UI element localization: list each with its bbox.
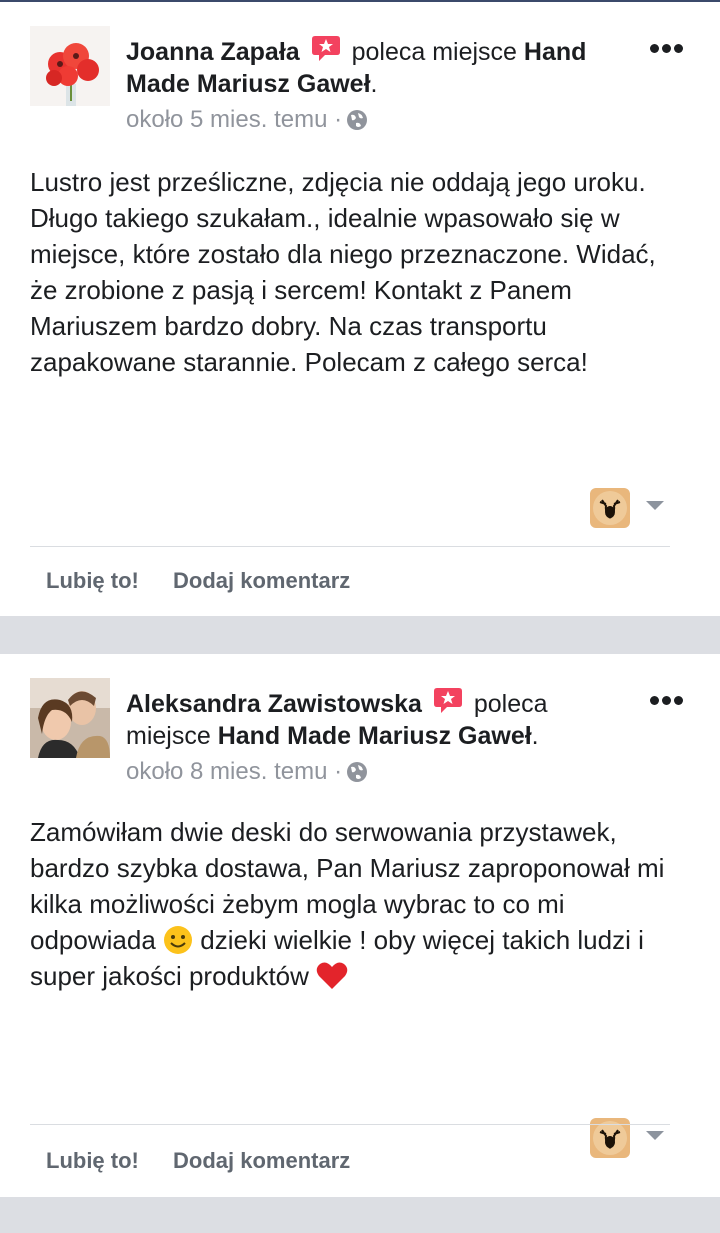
post-meta: Joanna Zapała poleca miejsce Hand Made M… <box>126 34 596 136</box>
review-text: Lustro jest prześliczne, zdjęcia nie odd… <box>30 167 656 377</box>
avatar-aleksandra[interactable] <box>30 678 110 758</box>
avatar-joanna[interactable] <box>30 26 110 106</box>
recommend-badge-icon <box>311 34 341 62</box>
author-name[interactable]: Joanna Zapała <box>126 38 300 66</box>
like-button[interactable]: Lubię to! <box>46 1148 139 1173</box>
period: . <box>370 70 378 98</box>
period: . <box>531 722 539 750</box>
more-options-icon[interactable] <box>650 44 684 54</box>
review-post-2: Aleksandra Zawistowska poleca miejsce Ha… <box>0 654 720 1197</box>
comment-button[interactable]: Dodaj komentarz <box>173 568 350 593</box>
more-options-icon[interactable] <box>650 696 684 706</box>
review-post-1: Joanna Zapała poleca miejsce Hand Made M… <box>0 2 720 616</box>
divider <box>30 1124 670 1125</box>
post-actions: Lubię to! Dodaj komentarz <box>46 568 378 594</box>
time-label: około 8 mies. temu · <box>126 758 343 785</box>
dropdown-caret-icon[interactable] <box>646 1131 664 1140</box>
comment-button[interactable]: Dodaj komentarz <box>173 1148 350 1173</box>
red-heart-emoji <box>316 961 348 991</box>
time-label: około 5 mies. temu · <box>126 106 343 133</box>
post-meta: Aleksandra Zawistowska poleca miejsce Ha… <box>126 686 596 788</box>
review-text: Zamówiłam dwie deski do serwowania przys… <box>30 814 680 994</box>
globe-icon <box>346 108 368 130</box>
post-actions: Lubię to! Dodaj komentarz <box>46 1148 378 1174</box>
recommend-badge-icon <box>433 686 463 714</box>
dropdown-caret-icon[interactable] <box>646 501 664 510</box>
page-name-link[interactable]: Hand Made Mariusz Gaweł <box>218 722 532 750</box>
feed-separator <box>0 1197 720 1233</box>
post-header: Aleksandra Zawistowska poleca miejsce Ha… <box>30 678 720 785</box>
page-logo-icon[interactable] <box>590 488 630 528</box>
recommend-text: poleca miejsce <box>351 38 517 66</box>
smiling-face-emoji <box>163 925 193 955</box>
globe-icon <box>346 760 368 782</box>
post-time[interactable]: około 8 mies. temu · <box>126 756 596 788</box>
post-header: Joanna Zapała poleca miejsce Hand Made M… <box>30 26 720 133</box>
like-button[interactable]: Lubię to! <box>46 568 139 593</box>
author-name[interactable]: Aleksandra Zawistowska <box>126 690 422 718</box>
divider <box>30 546 670 547</box>
post-time[interactable]: około 5 mies. temu · <box>126 104 596 136</box>
